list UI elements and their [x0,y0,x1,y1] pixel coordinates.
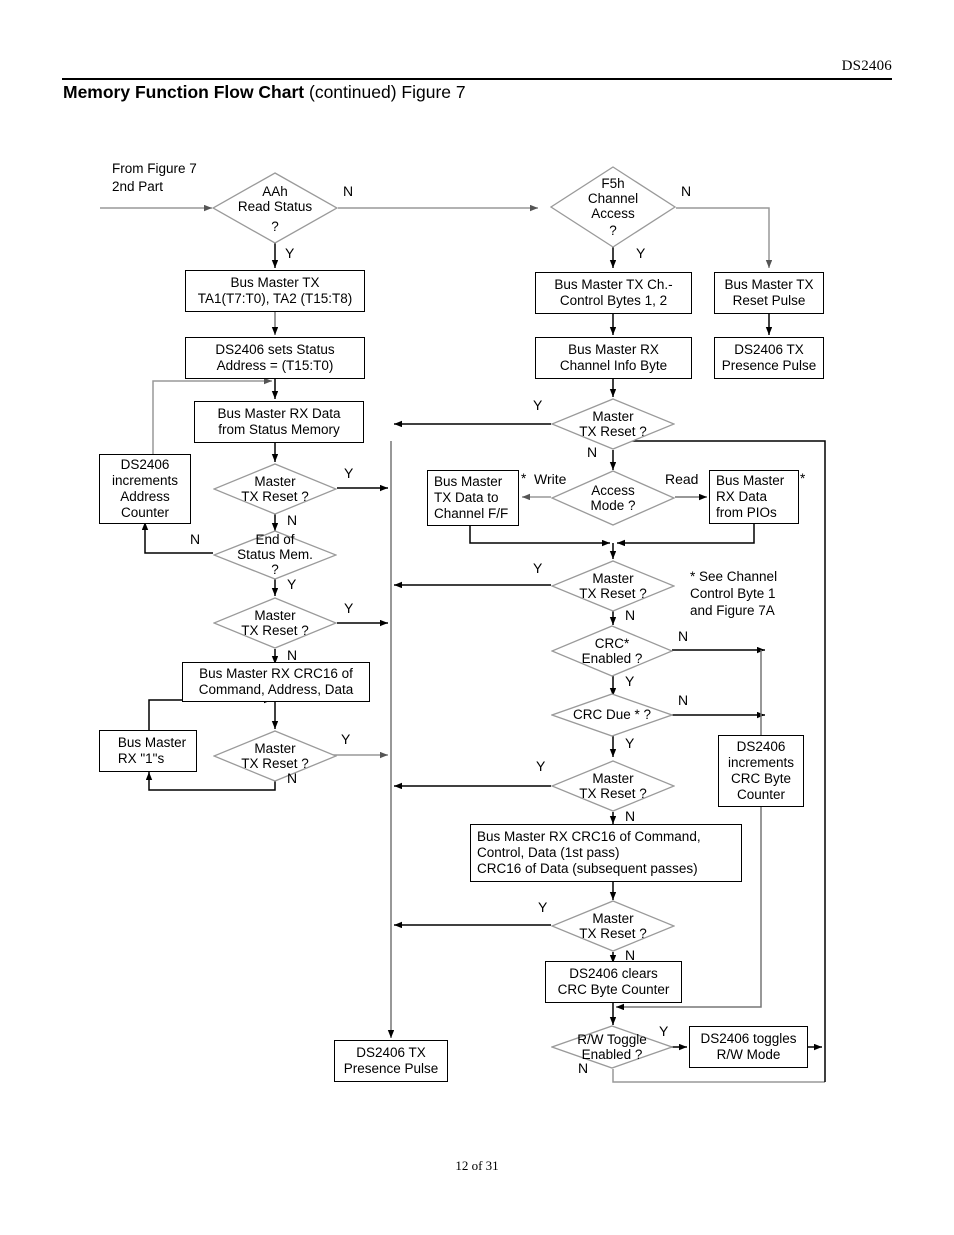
process-bus-master-rx-data-from-pios[interactable]: Bus Master RX Data from PIOs [709,470,799,524]
branch-label-n: N [287,647,298,663]
process-ds2406-tx-presence-pulse-left[interactable]: DS2406 TX Presence Pulse [334,1040,448,1082]
decision-label: Master [254,607,296,623]
decision-label: Master [592,770,634,786]
asterisk-marker-read: * [800,471,806,486]
process-bus-master-tx-reset-pulse[interactable]: Bus Master TX Reset Pulse [714,272,824,314]
process-ds2406-tx-presence-pulse-right[interactable]: DS2406 TX Presence Pulse [714,337,824,379]
branch-label-y: Y [341,731,351,747]
branch-label-n: N [578,1060,589,1076]
branch-label-n: N [625,607,636,623]
decision-master-tx-reset-channel[interactable]: Master TX Reset ? [551,398,675,450]
decision-master-tx-reset-1[interactable]: Master TX Reset ? [213,463,337,515]
decision-access-mode[interactable]: Access Mode ? [551,470,675,526]
entry-label: From Figure 7 2nd Part [112,161,197,194]
branch-label-y: Y [533,560,543,576]
process-bus-master-tx-ch-control-bytes[interactable]: Bus Master TX Ch.- Control Bytes 1, 2 [535,272,692,314]
decision-label: TX Reset ? [579,786,647,801]
branch-label-y: Y [533,397,543,413]
decision-label: Master [254,740,296,756]
decision-crc-enabled[interactable]: CRC* Enabled ? [551,625,673,677]
decision-end-of-status-mem[interactable]: End of Status Mem. ? [213,530,337,580]
branch-label-n: N [625,808,636,824]
process-bus-master-rx-crc16-command-address-data[interactable]: Bus Master RX CRC16 of Command, Address,… [182,662,370,702]
decision-label: Read Status [237,199,313,215]
decision-rw-toggle-enabled[interactable]: R/W Toggle Enabled ? [551,1025,673,1069]
decision-label: Mode ? [590,498,636,513]
branch-label-n: N [678,692,689,708]
decision-label: R/W Toggle [577,1031,647,1047]
decision-label: F5h [601,176,625,191]
decision-master-tx-reset-2[interactable]: Master TX Reset ? [213,597,337,649]
branch-label-n: N [587,444,598,460]
branch-label-write: Write [534,471,567,487]
decision-label: TX Reset ? [241,489,309,504]
decision-label: Channel [587,191,639,207]
process-ds2406-sets-status-address[interactable]: DS2406 sets Status Address = (T15:T0) [185,337,365,379]
process-bus-master-rx-crc16-command-control-data[interactable]: Bus Master RX CRC16 of Command, Control,… [470,824,742,882]
decision-label: CRC* [594,635,630,651]
decision-aah-read-status[interactable]: AAh Read Status ? [212,172,338,244]
branch-label-y: Y [344,465,354,481]
decision-master-tx-reset-6[interactable]: Master TX Reset ? [551,900,675,952]
decision-question-mark: ? [271,562,279,578]
branch-label-y: Y [636,245,646,261]
process-bus-master-rx-ones[interactable]: Bus Master RX "1"s [99,730,197,772]
process-bus-master-rx-channel-info-byte[interactable]: Bus Master RX Channel Info Byte [535,337,692,379]
decision-label: AAh [262,184,288,199]
decision-question-mark: ? [609,223,617,239]
branch-label-read: Read [665,471,699,487]
decision-crc-due[interactable]: CRC Due * ? [551,693,673,737]
branch-label-y: Y [287,576,297,592]
process-bus-master-rx-data-status-memory[interactable]: Bus Master RX Data from Status Memory [194,401,364,443]
branch-label-n: N [287,770,298,786]
decision-question-mark: ? [271,219,279,235]
decision-label: Access [591,206,635,222]
decision-label: End of [255,532,295,547]
branch-label-n: N [625,947,636,963]
branch-label-n: N [678,628,689,644]
decision-label: TX Reset ? [579,586,647,601]
decision-label: Access [591,482,635,498]
decision-label: Enabled ? [581,1047,643,1062]
branch-label-y: Y [625,735,635,751]
decision-label: Status Mem. [237,547,313,563]
decision-label: TX Reset ? [241,756,309,771]
branch-label-y: Y [285,245,295,261]
branch-label-y: Y [536,758,546,774]
process-bus-master-tx-data-to-channel-ff[interactable]: Bus Master TX Data to Channel F/F [427,470,519,526]
decision-label: TX Reset ? [579,424,647,439]
process-ds2406-increments-address-counter[interactable]: DS2406 increments Address Counter [99,454,191,524]
process-ds2406-increments-crc-byte-counter[interactable]: DS2406 increments CRC Byte Counter [718,735,804,807]
branch-label-y: Y [625,673,635,689]
branch-label-n: N [681,183,692,199]
decision-master-tx-reset-5[interactable]: Master TX Reset ? [551,760,675,812]
decision-label: CRC Due * ? [572,707,652,723]
decision-master-tx-reset-4[interactable]: Master TX Reset ? [551,560,675,612]
decision-f5h-channel-access[interactable]: F5h Channel Access ? [550,166,676,248]
document-page: DS2406 Memory Function Flow Chart (conti… [0,0,954,1235]
branch-label-n: N [343,183,354,199]
process-ds2406-toggles-rw-mode[interactable]: DS2406 toggles R/W Mode [689,1026,808,1068]
branch-label-y: Y [659,1023,669,1039]
decision-master-tx-reset-3[interactable]: Master TX Reset ? [213,730,337,782]
footnote-see-channel-control: * See Channel Control Byte 1 and Figure … [690,569,778,618]
decision-label: TX Reset ? [579,926,647,941]
decision-label: Master [592,910,634,926]
branch-label-n: N [287,512,298,528]
decision-label: TX Reset ? [241,623,309,638]
decision-label: Master [592,408,634,424]
decision-label: Enabled ? [581,651,643,666]
branch-label-n: N [190,531,201,547]
decision-label: Master [254,473,296,489]
branch-label-y: Y [344,600,354,616]
decision-label: Master [592,570,634,586]
branch-label-y: Y [538,899,548,915]
asterisk-marker-write: * [521,471,527,486]
process-ds2406-clears-crc-byte-counter[interactable]: DS2406 clears CRC Byte Counter [545,961,682,1003]
process-bus-master-tx-ta[interactable]: Bus Master TX TA1(T7:T0), TA2 (T15:T8) [185,270,365,312]
